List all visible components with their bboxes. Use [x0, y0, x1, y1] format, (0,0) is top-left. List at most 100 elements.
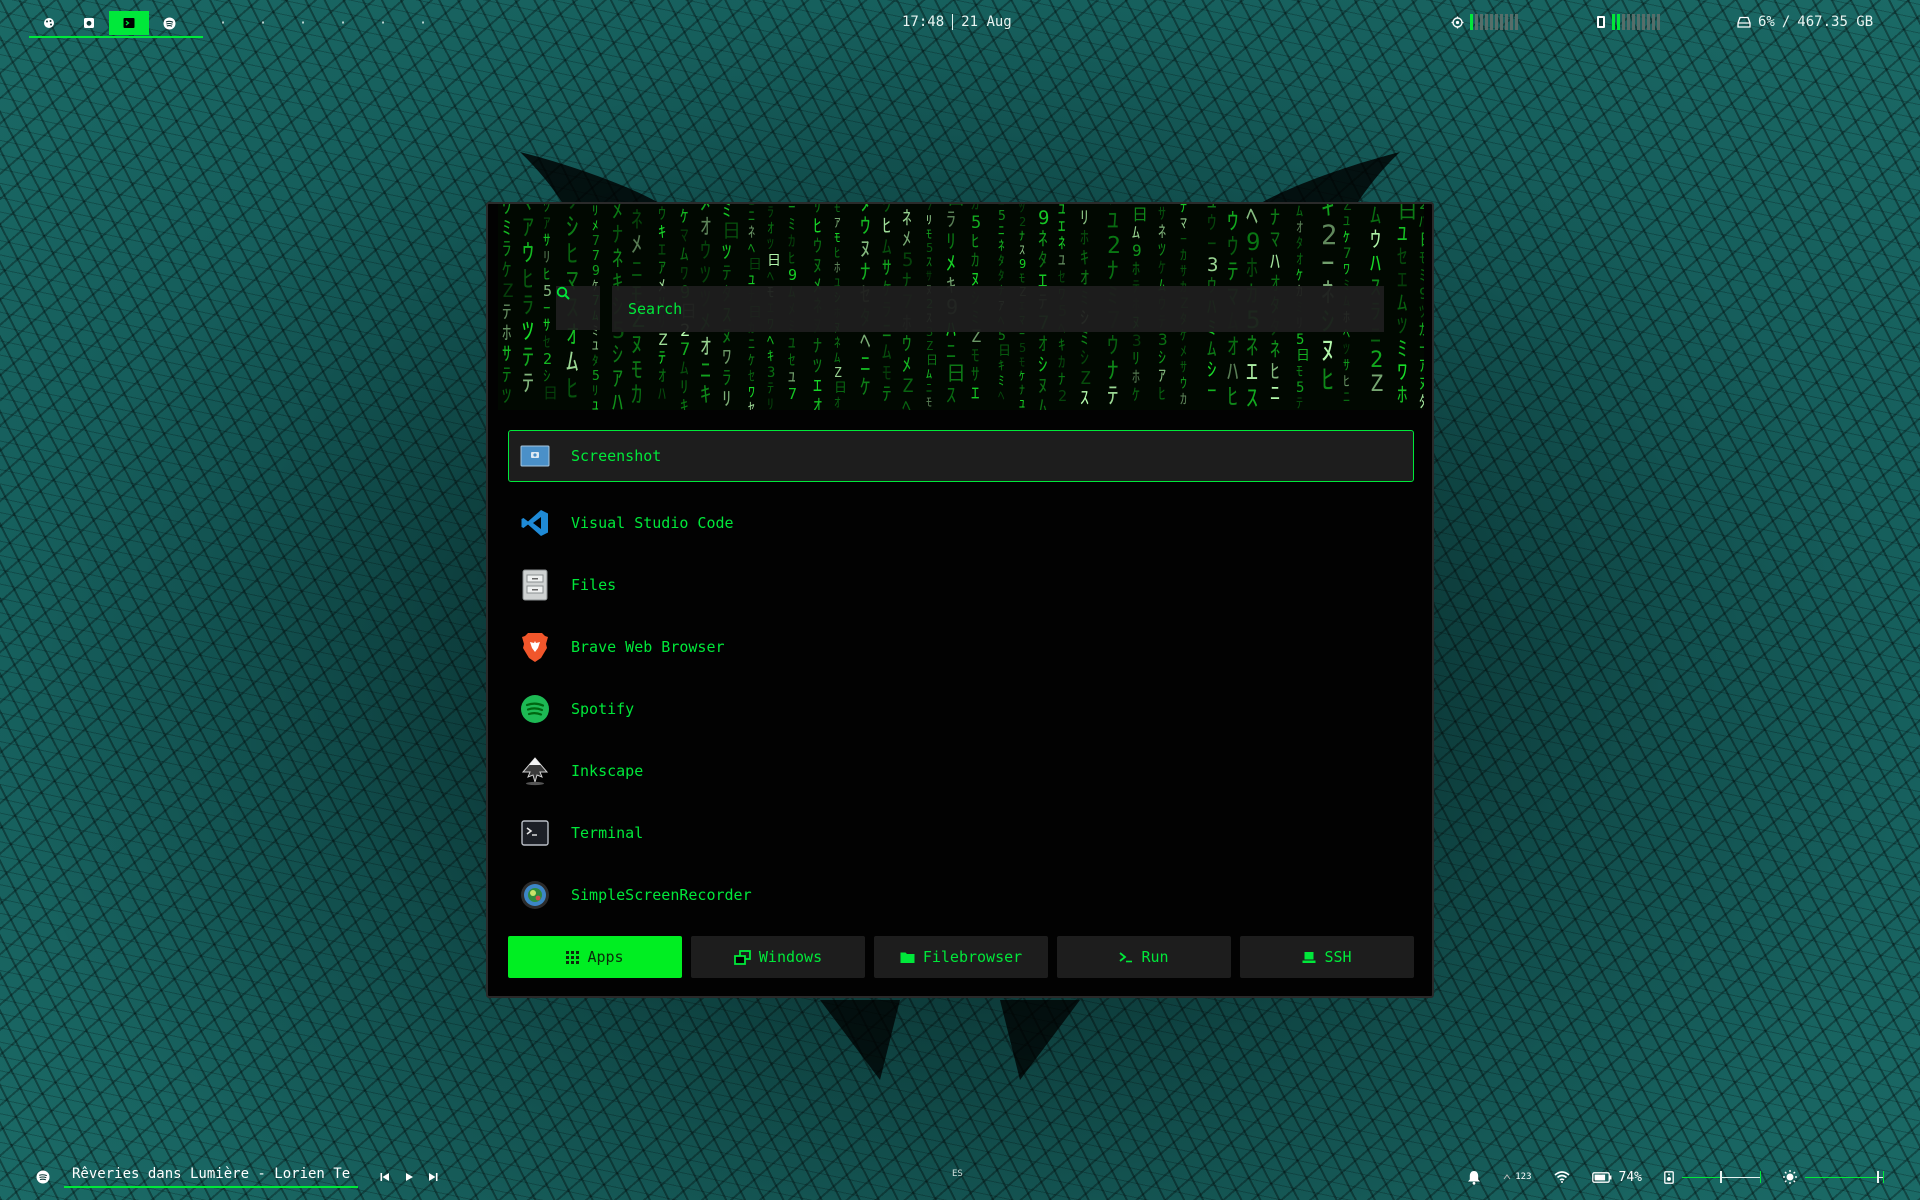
app-label: Screenshot — [571, 447, 662, 465]
app-item-spotify[interactable]: Spotify — [508, 678, 1414, 740]
disk-percent: 6% — [1758, 14, 1775, 30]
svg-text:ｻ: ｻ — [543, 316, 551, 334]
app-item-brave[interactable]: Brave Web Browser — [508, 616, 1414, 678]
empty-workspace[interactable]: · — [243, 16, 283, 31]
svg-text:ﾐ: ﾐ — [502, 217, 512, 239]
svg-text:日: 日 — [1419, 230, 1424, 249]
svg-text:ﾑ: ﾑ — [926, 367, 932, 381]
svg-text:ﾃ: ﾃ — [502, 301, 512, 323]
mode-label: Run — [1141, 948, 1169, 966]
mode-run[interactable]: Run — [1057, 936, 1231, 978]
spotify-icon — [36, 1170, 50, 1184]
mode-apps[interactable]: Apps — [508, 936, 682, 978]
svg-text:2: 2 — [1019, 215, 1026, 229]
level-bar — [1475, 14, 1478, 30]
app-item-inkscape[interactable]: Inkscape — [508, 740, 1414, 802]
workspace-2[interactable] — [69, 11, 109, 35]
svg-text:ﾋ: ﾋ — [1158, 384, 1166, 403]
previous-track-icon[interactable] — [380, 1172, 390, 1182]
svg-text:ﾓ: ﾓ — [971, 346, 980, 366]
svg-text:ﾆ: ﾆ — [631, 257, 643, 283]
svg-text:ﾅ: ﾅ — [1107, 258, 1119, 284]
svg-text:日: 日 — [1132, 205, 1148, 224]
svg-text:ｾ: ｾ — [1397, 245, 1408, 269]
keyboard-layout[interactable]: ES — [952, 1169, 963, 1179]
clock[interactable]: 17:48 21 Aug — [902, 14, 1012, 30]
mode-windows[interactable]: Windows — [691, 936, 865, 978]
brightness-icon — [1783, 1170, 1797, 1184]
caret-up-icon — [1503, 1174, 1511, 1180]
cpu-icon — [1451, 16, 1464, 28]
svg-text:9: 9 — [1246, 228, 1260, 256]
svg-text:ﾘ: ﾘ — [926, 213, 932, 227]
grid-icon — [566, 950, 580, 964]
svg-text:ﾂ: ﾂ — [502, 385, 512, 407]
empty-workspace[interactable]: · — [363, 16, 403, 31]
svg-text:5: 5 — [592, 369, 600, 384]
app-item-vscode[interactable]: Visual Studio Code — [508, 492, 1414, 554]
svg-text:ｼ: ｼ — [1038, 354, 1048, 376]
empty-workspace[interactable]: · — [403, 16, 443, 31]
svg-text:ｰ: ｰ — [1207, 380, 1217, 402]
app-item-files[interactable]: Files — [508, 554, 1414, 616]
workspace-1[interactable] — [29, 11, 69, 35]
empty-workspace[interactable]: · — [323, 16, 363, 31]
svg-text:ｹ: ｹ — [1019, 369, 1025, 383]
empty-workspace[interactable]: · — [283, 16, 323, 31]
svg-text:ﾀ: ﾀ — [592, 354, 599, 369]
app-item-simplescreenrecorder[interactable]: SimpleScreenRecorder — [508, 864, 1414, 926]
search-input[interactable] — [612, 286, 1384, 332]
svg-text:ﾎ: ﾎ — [1397, 383, 1408, 407]
next-track-icon[interactable] — [428, 1172, 438, 1182]
files-icon — [519, 569, 551, 601]
memory-icon — [1597, 16, 1605, 28]
svg-text:ﾍ: ﾍ — [1246, 204, 1258, 230]
clock-separator — [952, 14, 954, 30]
clock-time: 17:48 — [902, 14, 945, 30]
wifi-icon[interactable] — [1553, 1171, 1570, 1183]
svg-text:2: 2 — [543, 350, 552, 368]
notifications-widget[interactable]: 123 — [1503, 1172, 1532, 1182]
svg-text:ﾂ: ﾂ — [522, 317, 534, 345]
svg-text:ﾋ: ﾋ — [971, 232, 980, 252]
svg-text:ﾋ: ﾋ — [1321, 365, 1335, 396]
svg-text:ｵ: ｵ — [1296, 220, 1303, 236]
workspace-4[interactable] — [149, 11, 189, 35]
svg-text:9: 9 — [1132, 241, 1142, 260]
app-item-terminal[interactable]: Terminal — [508, 802, 1414, 864]
brightness-slider[interactable] — [1805, 1171, 1884, 1183]
svg-text:ｹ: ｹ — [1132, 385, 1140, 404]
svg-text:9: 9 — [788, 266, 797, 284]
svg-text:3: 3 — [1158, 330, 1168, 349]
svg-text:ﾅ: ﾅ — [612, 223, 623, 248]
battery-widget[interactable]: 74% — [1591, 1170, 1642, 1185]
svg-text:ﾂ: ﾂ — [1158, 240, 1166, 259]
now-playing-title[interactable]: Rêveries dans Lumière - Lorien Te — [64, 1166, 359, 1188]
bell-icon[interactable] — [1467, 1170, 1481, 1185]
svg-text:ﾆ: ﾆ — [1270, 381, 1280, 405]
svg-text:5: 5 — [902, 249, 913, 271]
svg-text:ﾆ: ﾆ — [998, 224, 1005, 239]
play-icon[interactable] — [404, 1172, 414, 1182]
svg-text:7: 7 — [1343, 246, 1351, 262]
svg-text:ｼ: ｼ — [1158, 348, 1166, 367]
svg-text:9: 9 — [1419, 284, 1424, 303]
svg-text:9: 9 — [1019, 257, 1026, 271]
svg-text:ﾈ: ﾈ — [1246, 332, 1258, 360]
svg-text:ｽ: ｽ — [1019, 243, 1025, 257]
svg-text:ﾐ: ﾐ — [788, 215, 796, 233]
search-icon-box[interactable] — [556, 286, 600, 330]
svg-text:ｹ: ｹ — [1296, 268, 1303, 284]
level-bar — [1637, 14, 1640, 30]
app-item-screenshot[interactable]: Screenshot — [508, 430, 1414, 482]
svg-text:ｰ: ｰ — [1321, 249, 1335, 280]
volume-slider[interactable] — [1682, 1171, 1761, 1183]
workspace-switcher — [29, 10, 203, 38]
mode-ssh[interactable]: SSH — [1240, 936, 1414, 978]
svg-text:Z: Z — [658, 330, 668, 349]
mode-filebrowser[interactable]: Filebrowser — [874, 936, 1048, 978]
svg-text:ﾃ: ﾃ — [522, 343, 534, 371]
svg-text:ｾ: ｾ — [543, 333, 551, 351]
workspace-3[interactable] — [109, 11, 149, 35]
empty-workspace[interactable]: · — [203, 16, 243, 31]
